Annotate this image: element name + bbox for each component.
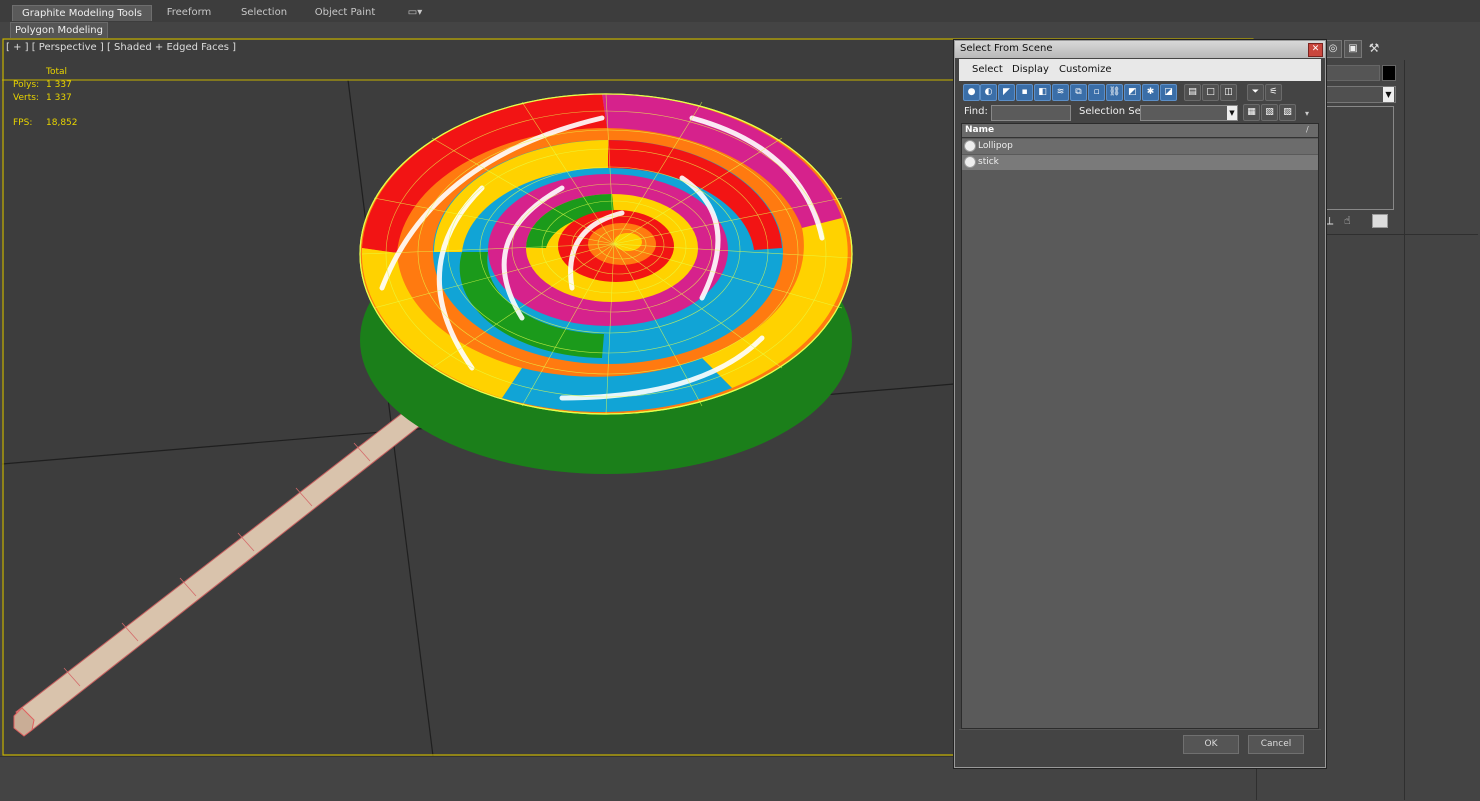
menu-select[interactable]: Select [972, 64, 1003, 75]
chevron-down-icon: ▼ [1383, 87, 1394, 102]
cancel-button[interactable]: Cancel [1248, 735, 1304, 754]
dialog-title: Select From Scene [960, 43, 1053, 54]
display-helpers-icon[interactable]: ◧ [1034, 84, 1051, 101]
select-none-icon[interactable]: ▧ [1261, 104, 1278, 121]
dialog-title-bar[interactable]: Select From Scene ✕ [955, 41, 1325, 58]
tab-freeform[interactable]: Freeform [152, 5, 226, 20]
display-icon[interactable]: ◎ [1324, 40, 1342, 58]
collapse-toolbar-icon[interactable]: ▾ [1305, 109, 1309, 118]
display-containers-icon[interactable]: ◩ [1124, 84, 1141, 101]
object-name-field[interactable] [1324, 65, 1380, 81]
stats-verts-label: Verts: [13, 93, 39, 103]
find-input[interactable] [991, 105, 1071, 121]
tab-graphite-modeling-tools[interactable]: Graphite Modeling Tools [12, 5, 152, 21]
display-groups-icon[interactable]: ⧉ [1070, 84, 1087, 101]
geometry-object-icon [964, 140, 976, 152]
lollipop-mesh [359, 93, 853, 474]
sort-icon: / [1306, 125, 1309, 134]
filter-settings-icon[interactable]: ⚟ [1265, 84, 1282, 101]
stats-verts-value: 1 337 [46, 93, 72, 103]
dialog-footer: OK Cancel [959, 729, 1321, 764]
menu-customize[interactable]: Customize [1059, 64, 1112, 75]
geometry-object-icon [964, 156, 976, 168]
pin-stack-icon[interactable]: ⟂ [1326, 214, 1333, 228]
select-all-icon[interactable]: ▦ [1243, 104, 1260, 121]
display-all-icon[interactable]: ▤ [1184, 84, 1201, 101]
stats-fps-label: FPS: [13, 118, 33, 128]
list-header-label: Name [965, 125, 995, 135]
stats-total-header: Total [46, 67, 68, 77]
dialog-toolbar: ● ◐ ◤ ▪ ◧ ≋ ⧉ ▫ ⛓ ◩ ✱ ◪ ▤ □ ◫ ⏷ ⚟ [959, 82, 1321, 102]
close-icon[interactable]: ✕ [1308, 43, 1323, 57]
select-invert-icon[interactable]: ▨ [1279, 104, 1296, 121]
stats-polys-value: 1 337 [46, 80, 72, 90]
scene-object-list[interactable]: Name / Lollipop stick [961, 123, 1319, 729]
polygon-modeling-button[interactable]: Polygon Modeling [10, 22, 108, 39]
display-invert-icon[interactable]: ◫ [1220, 84, 1237, 101]
panel-divider-vertical [1404, 60, 1405, 800]
object-color-swatch[interactable] [1382, 65, 1396, 81]
utilities-icon[interactable]: ▣ [1344, 40, 1362, 58]
chevron-down-icon: ▼ [1227, 106, 1237, 120]
selection-set-dropdown[interactable]: ▼ [1140, 105, 1238, 121]
selection-set-label: Selection Set: [1079, 106, 1149, 117]
find-label: Find: [964, 106, 988, 117]
ribbon-panel [0, 22, 1480, 38]
display-none-icon[interactable]: □ [1202, 84, 1219, 101]
tab-object-paint[interactable]: Object Paint [302, 5, 388, 20]
list-item[interactable]: Lollipop [962, 139, 1318, 154]
display-frozen-icon[interactable]: ✱ [1142, 84, 1159, 101]
list-item-label: Lollipop [978, 141, 1013, 151]
display-cameras-icon[interactable]: ▪ [1016, 84, 1033, 101]
modifier-stack[interactable] [1324, 106, 1394, 210]
display-lights-icon[interactable]: ◤ [998, 84, 1015, 101]
display-shapes-icon[interactable]: ◐ [980, 84, 997, 101]
display-space-warps-icon[interactable]: ≋ [1052, 84, 1069, 101]
list-item[interactable]: stick [962, 155, 1318, 170]
stats-fps-value: 18,852 [46, 118, 78, 128]
ribbon-options-icon[interactable]: ▭▾ [402, 5, 428, 20]
display-geometry-icon[interactable]: ● [963, 84, 980, 101]
stats-polys-label: Polys: [13, 80, 40, 90]
show-end-result-icon[interactable]: ☝ [1344, 214, 1351, 227]
modifier-list-dropdown[interactable]: ▼ [1324, 86, 1396, 103]
viewport-label[interactable]: [ + ] [ Perspective ] [ Shaded + Edged F… [6, 42, 236, 53]
menu-display[interactable]: Display [1012, 64, 1049, 75]
select-from-scene-dialog: Select From Scene ✕ Select Display Custo… [954, 40, 1326, 768]
find-row: Find: Selection Set: ▼ ▦ ▧ ▨ ▾ [959, 103, 1321, 123]
display-hidden-icon[interactable]: ◪ [1160, 84, 1177, 101]
filter-icon[interactable]: ⏷ [1247, 84, 1264, 101]
configure-modifier-sets-icon[interactable] [1372, 214, 1388, 228]
panel-divider [1324, 234, 1478, 235]
hammer-icon[interactable]: ⚒ [1366, 40, 1382, 56]
display-bones-icon[interactable]: ⛓ [1106, 84, 1123, 101]
list-header-name[interactable]: Name / [962, 124, 1318, 138]
ok-button[interactable]: OK [1183, 735, 1239, 754]
dialog-menu-bar: Select Display Customize [959, 59, 1321, 81]
tab-selection[interactable]: Selection [228, 5, 300, 20]
list-item-label: stick [978, 157, 999, 167]
ribbon-tabs-bar: Graphite Modeling Tools Freeform Selecti… [0, 0, 1480, 23]
display-xrefs-icon[interactable]: ▫ [1088, 84, 1105, 101]
